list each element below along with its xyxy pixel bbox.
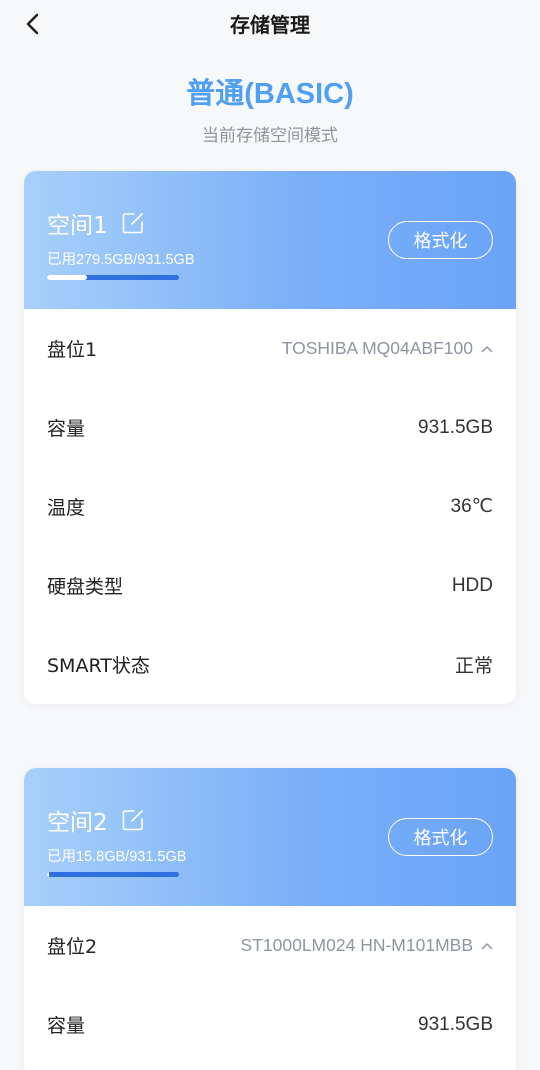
top-bar: 存储管理 — [0, 0, 540, 48]
page-title: 存储管理 — [230, 13, 310, 37]
space-card-1: 空间1 已用279.5GB/931.5GB 格式化 盘位1 TOSHIBA MQ… — [24, 171, 516, 704]
chevron-up-icon — [481, 344, 493, 354]
capacity-row: 容量 931.5GB — [24, 985, 516, 1064]
chevron-up-icon — [481, 941, 493, 951]
edit-icon[interactable] — [121, 808, 145, 832]
disk-slot-label: 盘位2 — [47, 936, 98, 958]
space-name: 空间1 — [47, 213, 108, 239]
space-usage-text: 已用279.5GB/931.5GB — [47, 252, 195, 268]
disk-model-value: TOSHIBA MQ04ABF100 — [281, 338, 473, 358]
smart-status-value: 正常 — [454, 656, 493, 677]
disk-slot-label: 盘位1 — [47, 339, 98, 361]
usage-progress-fill — [47, 872, 50, 877]
capacity-label: 容量 — [47, 418, 86, 440]
capacity-value: 931.5GB — [418, 1013, 493, 1035]
disk-type-label: 硬盘类型 — [47, 576, 124, 598]
disk-slot-row[interactable]: 盘位1 TOSHIBA MQ04ABF100 — [24, 309, 516, 388]
format-button[interactable]: 格式化 — [388, 221, 493, 259]
space-usage-text: 已用15.8GB/931.5GB — [47, 849, 187, 865]
space-card-header: 空间1 已用279.5GB/931.5GB 格式化 — [24, 171, 516, 309]
disk-model-toggle[interactable]: ST1000LM024 HN-M101MBB — [241, 935, 493, 956]
disk-model-value: ST1000LM024 HN-M101MBB — [240, 935, 473, 955]
usage-progress-bar — [47, 872, 179, 877]
disk-type-row: 硬盘类型 HDD — [24, 546, 516, 625]
temperature-row: 温度 36℃ — [24, 467, 516, 546]
capacity-value: 931.5GB — [418, 416, 493, 438]
space-card-header: 空间2 已用15.8GB/931.5GB 格式化 — [24, 768, 516, 906]
temperature-label: 温度 — [47, 497, 86, 519]
smart-status-label: SMART状态 — [47, 655, 150, 677]
storage-mode-title: 普通(BASIC) — [186, 78, 354, 110]
usage-progress-bar — [47, 275, 179, 280]
edit-icon[interactable] — [121, 211, 145, 235]
space-card-2: 空间2 已用15.8GB/931.5GB 格式化 盘位2 ST1000LM024… — [24, 768, 516, 1070]
disk-slot-row[interactable]: 盘位2 ST1000LM024 HN-M101MBB — [24, 906, 516, 985]
smart-status-row: SMART状态 正常 — [24, 625, 516, 704]
disk-model-toggle[interactable]: TOSHIBA MQ04ABF100 — [282, 338, 493, 359]
storage-mode-subtitle: 当前存储空间模式 — [202, 126, 338, 146]
disk-type-value: HDD — [451, 574, 493, 596]
capacity-label: 容量 — [47, 1015, 86, 1037]
usage-progress-fill — [47, 275, 87, 280]
capacity-row: 容量 931.5GB — [24, 388, 516, 467]
temperature-value: 36℃ — [450, 496, 493, 517]
format-button[interactable]: 格式化 — [388, 818, 493, 856]
space-name: 空间2 — [47, 810, 108, 836]
